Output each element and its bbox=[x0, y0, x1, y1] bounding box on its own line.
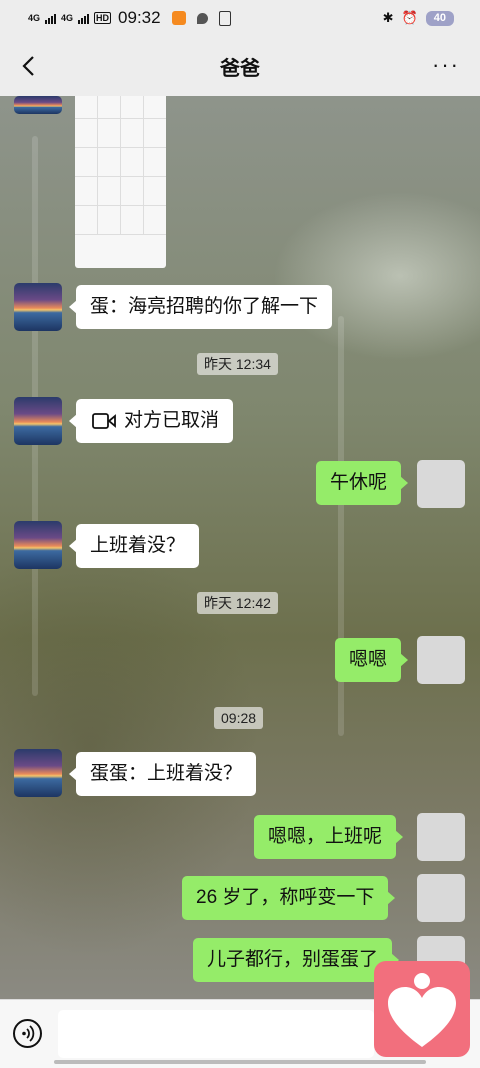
sim-icon bbox=[218, 10, 231, 26]
video-call-bubble[interactable]: 对方已取消 bbox=[68, 399, 234, 443]
avatar-dad[interactable] bbox=[14, 749, 62, 797]
message-bubble-out[interactable]: 嗯嗯 bbox=[335, 638, 409, 682]
avatar-me[interactable] bbox=[417, 460, 465, 508]
message-bubble-out[interactable]: 午休呢 bbox=[316, 461, 409, 505]
message-bubble-out[interactable]: 嗯嗯，上班呢 bbox=[254, 815, 404, 859]
battery-indicator: 40 bbox=[425, 10, 454, 26]
voice-input-button[interactable] bbox=[13, 1019, 42, 1048]
signal-icon bbox=[45, 13, 57, 24]
network-1: 4G bbox=[28, 12, 41, 23]
heart-person-icon bbox=[388, 973, 456, 1047]
avatar-me[interactable] bbox=[417, 636, 465, 684]
chat-header: 爸爸 ··· bbox=[0, 36, 480, 96]
message-bubble-in[interactable]: 上班着没？ bbox=[68, 524, 200, 568]
message-bubble-out[interactable]: 儿子都行，别蛋蛋了 bbox=[193, 938, 400, 982]
status-bar: 4G 4G HD 09:32 ✱ ⏰ 40 bbox=[0, 0, 480, 36]
call-status-text: 对方已取消 bbox=[124, 410, 220, 431]
alarm-icon: ⏰ bbox=[401, 10, 418, 25]
floating-heart-button[interactable] bbox=[374, 961, 470, 1057]
chat-area[interactable]: 蛋：海亮招聘的你了解一下 昨天 12:34 对方已取消 午休呢 上班着没？ 昨天… bbox=[0, 96, 480, 999]
video-call-icon bbox=[92, 413, 116, 429]
message-bubble-out[interactable]: 26 岁了，称呼变一下 bbox=[182, 876, 396, 920]
avatar-dad[interactable] bbox=[14, 397, 62, 445]
voice-input-icon bbox=[22, 1025, 35, 1042]
status-time: 09:32 bbox=[118, 8, 161, 27]
timestamp: 昨天 12:34 bbox=[197, 353, 278, 375]
more-options-button[interactable]: ··· bbox=[432, 52, 460, 78]
location-icon bbox=[196, 12, 208, 24]
taobao-icon bbox=[171, 11, 186, 25]
bluetooth-icon: ✱ bbox=[382, 10, 394, 25]
hd-badge: HD bbox=[94, 12, 112, 24]
timestamp: 昨天 12:42 bbox=[197, 592, 278, 614]
avatar-dad[interactable] bbox=[14, 283, 62, 331]
chat-title: 爸爸 bbox=[220, 57, 260, 80]
network-2: 4G bbox=[61, 12, 74, 23]
message-bubble-in[interactable]: 蛋：海亮招聘的你了解一下 bbox=[68, 285, 333, 329]
timestamp: 09:28 bbox=[214, 707, 264, 729]
avatar-me[interactable] bbox=[417, 813, 465, 861]
avatar-dad[interactable] bbox=[14, 96, 62, 114]
signal-icon-2 bbox=[78, 13, 90, 24]
message-bubble-in[interactable]: 蛋蛋：上班着没？ bbox=[68, 752, 257, 796]
back-button[interactable] bbox=[14, 50, 42, 82]
home-indicator bbox=[54, 1060, 426, 1064]
image-message[interactable] bbox=[75, 96, 166, 268]
avatar-dad[interactable] bbox=[14, 521, 62, 569]
message-input[interactable] bbox=[58, 1010, 374, 1058]
avatar-me[interactable] bbox=[417, 874, 465, 922]
chevron-left-icon bbox=[22, 56, 34, 76]
